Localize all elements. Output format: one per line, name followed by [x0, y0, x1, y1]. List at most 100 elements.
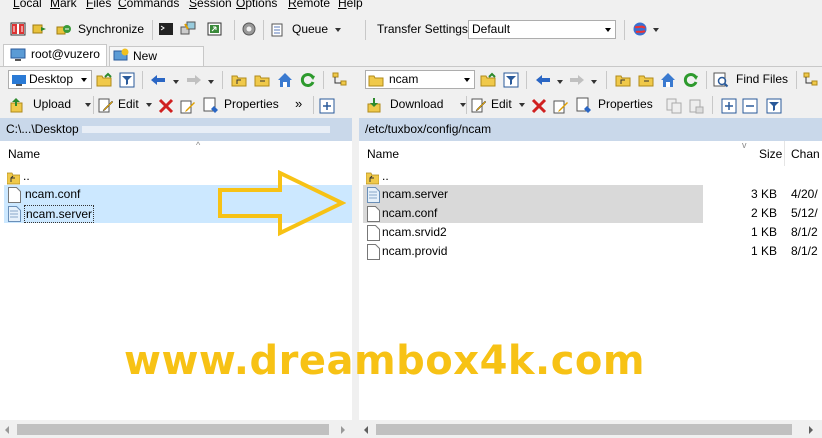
right-path-bar[interactable]: /etc/tuxbox/config/ncam [359, 118, 822, 141]
pane-splitter[interactable] [352, 118, 359, 438]
root-dir-icon[interactable] [638, 72, 654, 88]
home-icon[interactable] [277, 72, 293, 88]
tree-view-icon[interactable] [332, 72, 348, 88]
overflow-chevron[interactable]: » [295, 96, 302, 111]
chevron-down-icon[interactable] [557, 80, 563, 84]
refresh-icon[interactable] [300, 72, 316, 88]
globe-icon[interactable] [632, 21, 648, 37]
back-arrow-icon[interactable] [535, 72, 551, 88]
left-path-bar[interactable]: C:\...\Desktop [0, 118, 352, 141]
toolbar-separator [606, 71, 607, 89]
delete-icon[interactable] [531, 98, 547, 114]
scrollbar-thumb[interactable] [17, 424, 329, 435]
filter-icon[interactable] [119, 72, 135, 88]
chevron-down-icon [464, 78, 470, 82]
left-location-select[interactable]: Desktop [8, 70, 92, 89]
download-icon [366, 97, 382, 113]
transfer-arrow-annotation [218, 170, 346, 237]
minus-icon[interactable] [742, 98, 758, 114]
menu-remote[interactable]: Remote [288, 0, 330, 10]
table-row[interactable]: ncam.provid [363, 242, 703, 261]
properties-icon [203, 97, 219, 113]
main-toolbar: Synchronize Queue Transfer Settings Defa… [0, 14, 822, 44]
file-changed: 4/20/ [791, 187, 818, 201]
column-divider[interactable] [784, 141, 785, 166]
chevron-down-icon [335, 28, 341, 32]
menu-help[interactable]: Help [338, 0, 363, 10]
scroll-left-icon[interactable] [5, 426, 9, 434]
filter-icon[interactable] [503, 72, 519, 88]
table-row[interactable]: ncam.conf [363, 204, 703, 223]
toolbar-separator [222, 71, 223, 89]
chevron-down-icon [146, 103, 152, 107]
plus-icon[interactable] [721, 98, 737, 114]
open-dir-icon[interactable] [207, 21, 223, 37]
toolbar-separator [624, 20, 625, 40]
filter-icon[interactable] [766, 98, 782, 114]
menu-local[interactable]: Local [13, 0, 42, 10]
right-action-toolbar: Download Edit Properties [358, 93, 822, 118]
transfer-settings-select[interactable]: Default [468, 20, 616, 39]
copy-icon [666, 98, 682, 114]
putty-icon[interactable] [180, 21, 196, 37]
table-row[interactable]: ncam.srvid2 [363, 223, 703, 242]
right-nav-toolbar: ncam Find Files [358, 67, 822, 93]
watermark-text: www.dreambox4k.com [124, 338, 646, 384]
delete-icon[interactable] [158, 98, 174, 114]
table-row[interactable]: ncam.server [363, 185, 703, 204]
plus-icon[interactable] [319, 98, 335, 114]
toolbar-separator [323, 71, 324, 89]
open-folder-icon[interactable] [480, 72, 496, 88]
column-header-size[interactable]: Size [759, 141, 782, 167]
tree-view-icon[interactable] [803, 72, 819, 88]
synchronize-icon [56, 22, 72, 38]
chevron-down-icon[interactable] [653, 28, 659, 32]
transfer-settings-label: Transfer Settings [377, 22, 468, 36]
open-folder-icon[interactable] [96, 72, 112, 88]
menu-options[interactable]: Options [236, 0, 277, 10]
chevron-down-icon[interactable] [173, 80, 179, 84]
compare-dirs-icon[interactable] [10, 21, 26, 37]
refresh-icon[interactable] [683, 72, 699, 88]
left-column-header-name[interactable]: Name ^ [0, 140, 352, 166]
menu-commands[interactable]: Commands [118, 0, 179, 10]
file-changed: 8/1/2 [791, 244, 818, 258]
chevron-down-icon [208, 80, 214, 84]
list-item-parent[interactable]: .. [365, 167, 696, 186]
right-column-header: Name v Size Chan [359, 140, 822, 167]
scroll-right-icon[interactable] [341, 426, 345, 434]
scrollbar-thumb[interactable] [376, 424, 792, 435]
parent-folder-icon [365, 169, 380, 185]
parent-dir-icon[interactable] [615, 72, 631, 88]
scroll-left-icon[interactable] [364, 426, 368, 434]
back-arrow-icon[interactable] [150, 72, 166, 88]
link-icon [688, 98, 704, 114]
tab-new-session[interactable]: New Session [109, 46, 204, 82]
sync-browse-icon[interactable] [32, 21, 48, 37]
gear-icon[interactable] [241, 21, 257, 37]
tab-session[interactable]: root@vuzero [3, 44, 107, 66]
file-icon [8, 187, 21, 203]
forward-arrow-icon[interactable] [569, 72, 585, 88]
rename-icon[interactable] [553, 98, 569, 114]
menu-session[interactable]: Session [189, 0, 232, 10]
rename-icon[interactable] [180, 98, 196, 114]
column-header-changed[interactable]: Chan [791, 141, 820, 167]
home-icon[interactable] [660, 72, 676, 88]
left-horizontal-scrollbar[interactable] [0, 421, 352, 438]
sort-descending-icon: v [742, 140, 747, 150]
forward-arrow-icon[interactable] [186, 72, 202, 88]
scroll-right-icon[interactable] [809, 426, 813, 434]
parent-dir-icon[interactable] [231, 72, 247, 88]
right-horizontal-scrollbar[interactable] [359, 421, 822, 438]
desktop-icon [11, 72, 27, 88]
menu-mark[interactable]: Mark [50, 0, 77, 10]
right-location-select[interactable]: ncam [365, 70, 475, 89]
file-icon [8, 206, 21, 222]
console-icon[interactable] [158, 21, 174, 37]
file-icon [367, 206, 380, 222]
parent-folder-icon [6, 169, 21, 185]
root-dir-icon[interactable] [254, 72, 270, 88]
column-header-name[interactable]: Name [367, 141, 399, 167]
menu-files[interactable]: Files [86, 0, 111, 10]
